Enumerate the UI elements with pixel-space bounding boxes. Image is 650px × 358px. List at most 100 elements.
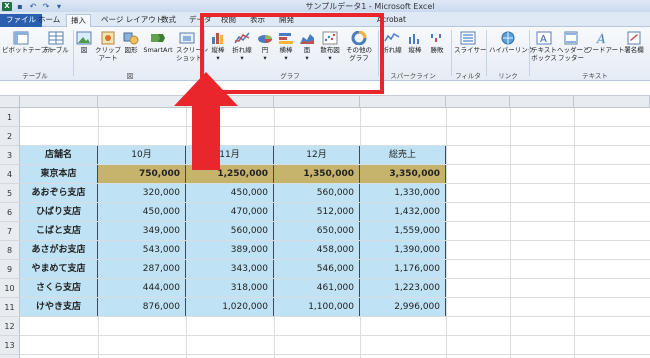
row-header-10[interactable]: 10 xyxy=(0,279,20,298)
textbox-button[interactable]: A テキスト ボックス xyxy=(531,31,557,62)
slicer-button[interactable]: スライサー xyxy=(454,31,487,54)
screenshot-icon xyxy=(179,32,195,44)
sales-value-cell[interactable]: 546,000 xyxy=(274,260,360,279)
row-header-8[interactable]: 8 xyxy=(0,241,20,260)
sales-value-cell[interactable]: 512,000 xyxy=(274,203,360,222)
grid-line xyxy=(20,316,650,317)
row-header-2[interactable]: 2 xyxy=(0,127,20,146)
sales-value-cell[interactable]: 1,390,000 xyxy=(360,241,446,260)
table-header-cell[interactable]: 店舗名 xyxy=(20,146,98,165)
store-name-cell[interactable]: 東京本店 xyxy=(20,165,98,184)
sales-value-cell[interactable]: 3,350,000 xyxy=(360,165,446,184)
sales-value-cell[interactable]: 458,000 xyxy=(274,241,360,260)
sparkline-winloss-button[interactable]: 勝敗 xyxy=(427,31,447,54)
sales-value-cell[interactable]: 450,000 xyxy=(98,203,186,222)
store-name-cell[interactable]: けやき支店 xyxy=(20,298,98,317)
sales-value-cell[interactable]: 320,000 xyxy=(98,184,186,203)
clipart-icon xyxy=(101,31,115,45)
sales-value-cell[interactable]: 1,020,000 xyxy=(186,298,274,317)
store-name-cell[interactable]: さくら支店 xyxy=(20,279,98,298)
tab-insert[interactable]: 挿入 xyxy=(66,14,91,27)
group-label-table: テーブル xyxy=(22,72,48,80)
sales-value-cell[interactable]: 750,000 xyxy=(98,165,186,184)
row-header-11[interactable]: 11 xyxy=(0,298,20,317)
shapes-icon xyxy=(123,32,139,45)
sales-value-cell[interactable]: 461,000 xyxy=(274,279,360,298)
sales-value-cell[interactable]: 876,000 xyxy=(98,298,186,317)
table-header-cell[interactable]: 12月 xyxy=(274,146,360,165)
sales-value-cell[interactable]: 1,223,000 xyxy=(360,279,446,298)
row-header-3[interactable]: 3 xyxy=(0,146,20,165)
tab-page-layout[interactable]: ページ レイアウト xyxy=(101,14,163,27)
sales-value-cell[interactable]: 1,432,000 xyxy=(360,203,446,222)
store-name-cell[interactable]: あおぞら支店 xyxy=(20,184,98,203)
sales-value-cell[interactable]: 389,000 xyxy=(186,241,274,260)
row-header-5[interactable]: 5 xyxy=(0,184,20,203)
tab-file[interactable]: ファイル xyxy=(0,14,42,27)
group-label-link: リンク xyxy=(498,72,518,80)
sales-value-cell[interactable]: 450,000 xyxy=(186,184,274,203)
sales-value-cell[interactable]: 287,000 xyxy=(98,260,186,279)
spreadsheet-grid[interactable]: 店舗名 10月 11月 12月 総売上 東京本店 750,000 1,250,000 1,350… xyxy=(0,96,650,358)
sales-value-cell[interactable]: 349,000 xyxy=(98,222,186,241)
tab-home[interactable]: ホーム xyxy=(38,14,60,27)
row-header-1[interactable]: 1 xyxy=(0,108,20,127)
textbox-icon: A xyxy=(536,31,552,45)
table-header-cell[interactable]: 10月 xyxy=(98,146,186,165)
signature-line-button[interactable]: 署名欄 xyxy=(620,31,648,54)
row-header-4[interactable]: 4 xyxy=(0,165,20,184)
grid-line xyxy=(20,354,650,355)
wordart-button[interactable]: A ワードアート xyxy=(586,31,625,54)
table-button[interactable]: テーブル xyxy=(42,31,70,54)
sales-value-cell[interactable]: 560,000 xyxy=(186,222,274,241)
grid-line xyxy=(20,145,650,146)
sales-value-cell[interactable]: 1,559,000 xyxy=(360,222,446,241)
sales-value-cell[interactable]: 1,330,000 xyxy=(360,184,446,203)
sparkline-winloss-icon xyxy=(431,34,441,42)
pivot-table-button[interactable]: ピボットテーブル xyxy=(2,31,54,54)
screenshot-button[interactable]: スクリーン ショット xyxy=(176,31,208,62)
store-name-cell[interactable]: あさがお支店 xyxy=(20,241,98,260)
separator xyxy=(486,30,487,76)
tab-formulas[interactable]: 数式 xyxy=(161,14,176,27)
smartart-button[interactable]: SmartArt xyxy=(142,31,174,54)
grid-line xyxy=(20,335,650,336)
row-header-13[interactable]: 13 xyxy=(0,336,20,355)
header-footer-icon xyxy=(564,31,578,45)
row-header-7[interactable]: 7 xyxy=(0,222,20,241)
grid-line xyxy=(20,240,650,241)
slicer-icon xyxy=(460,31,476,45)
sales-value-cell[interactable]: 470,000 xyxy=(186,203,274,222)
window-title: サンプルデータ1 - Microsoft Excel xyxy=(305,2,435,11)
sales-value-cell[interactable]: 1,350,000 xyxy=(274,165,360,184)
sales-value-cell[interactable]: 444,000 xyxy=(98,279,186,298)
table-header-cell[interactable]: 総売上 xyxy=(360,146,446,165)
sales-value-cell[interactable]: 543,000 xyxy=(98,241,186,260)
store-name-cell[interactable]: ひばり支店 xyxy=(20,203,98,222)
sales-value-cell[interactable]: 1,100,000 xyxy=(274,298,360,317)
sales-value-cell[interactable]: 2,996,000 xyxy=(360,298,446,317)
pivot-table-icon xyxy=(13,31,29,45)
hyperlink-button[interactable]: ハイパーリンク xyxy=(489,31,534,54)
sparkline-column-icon xyxy=(409,34,419,44)
excel-window: X ▪ ↶ ↷ ▾ サンプルデータ1 - Microsoft Excel ファイ… xyxy=(0,0,650,358)
svg-text:A: A xyxy=(596,32,606,45)
row-header-6[interactable]: 6 xyxy=(0,203,20,222)
picture-button[interactable]: 図 xyxy=(76,31,92,54)
sparkline-line-button[interactable]: 折れ線 xyxy=(381,31,403,54)
store-name-cell[interactable]: こばと支店 xyxy=(20,222,98,241)
sparkline-column-button[interactable]: 縦棒 xyxy=(405,31,425,54)
row-header-9[interactable]: 9 xyxy=(0,260,20,279)
smartart-icon xyxy=(151,34,165,42)
hyperlink-icon xyxy=(501,31,515,45)
sales-value-cell[interactable]: 650,000 xyxy=(274,222,360,241)
row-header-12[interactable]: 12 xyxy=(0,317,20,336)
shapes-button[interactable]: 図形 xyxy=(123,31,139,54)
header-footer-button[interactable]: ヘッダーと フッター xyxy=(557,31,590,62)
sales-value-cell[interactable]: 318,000 xyxy=(186,279,274,298)
sales-value-cell[interactable]: 343,000 xyxy=(186,260,274,279)
store-name-cell[interactable]: やまめて支店 xyxy=(20,260,98,279)
sales-value-cell[interactable]: 1,176,000 xyxy=(360,260,446,279)
sales-value-cell[interactable]: 560,000 xyxy=(274,184,360,203)
clipart-button[interactable]: クリップ アート xyxy=(95,31,121,62)
